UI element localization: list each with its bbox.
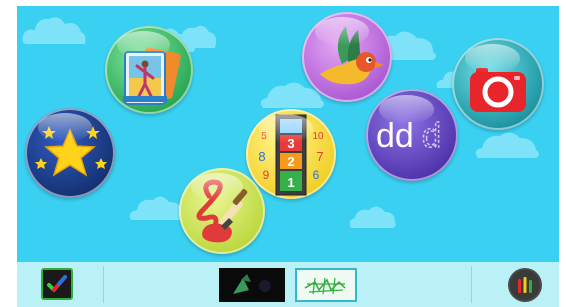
traced-letter: d (422, 117, 441, 155)
dark-photo-thumbnail-icon (219, 268, 285, 302)
ladder-number: 9 (263, 168, 270, 182)
camera-icon (470, 68, 526, 112)
dark-photo-thumbnail-button[interactable] (219, 268, 285, 302)
ladder-number: 8 (258, 149, 265, 164)
launcher-screen: 3 2 1 5 8 9 10 7 6 dd d (17, 6, 559, 307)
cloud (22, 17, 86, 44)
scribble-thumbnail-icon (295, 268, 357, 302)
bottom-dock (17, 262, 559, 307)
cloud (475, 132, 539, 158)
camera-app-bubble[interactable] (452, 38, 544, 130)
number-ladder-app-bubble[interactable]: 3 2 1 5 8 9 10 7 6 (246, 109, 336, 199)
ladder-number: 1 (287, 175, 294, 190)
sky-background: 3 2 1 5 8 9 10 7 6 dd d (17, 6, 559, 262)
number-ladder-icon: 3 2 1 5 8 9 10 7 6 (258, 114, 324, 196)
letters-icon: dd d (376, 116, 442, 156)
ladder-number: 5 (261, 131, 267, 142)
scribble-thumbnail-button[interactable] (295, 268, 357, 302)
photo-frame-icon (123, 47, 181, 105)
ladder-number: 6 (313, 168, 320, 182)
dock-divider (103, 266, 104, 303)
photo-frame-app-bubble[interactable] (105, 26, 193, 114)
checkmark-icon (41, 268, 73, 300)
ladder-number: 10 (312, 131, 324, 142)
cloud (129, 196, 185, 220)
star-icon (35, 126, 107, 177)
cloud (349, 206, 396, 228)
ladder-number: 3 (287, 136, 294, 151)
dock-divider (471, 266, 472, 303)
checkmark-button[interactable] (41, 268, 73, 300)
letters-text: dd (376, 117, 414, 155)
ladder-number: 7 (316, 149, 323, 164)
letters-app-bubble[interactable]: dd d (366, 89, 458, 181)
star-app-bubble[interactable] (25, 108, 115, 198)
ladder-number: 2 (287, 154, 294, 169)
settings-bars-icon (508, 268, 542, 302)
settings-bars-button[interactable] (507, 267, 543, 303)
